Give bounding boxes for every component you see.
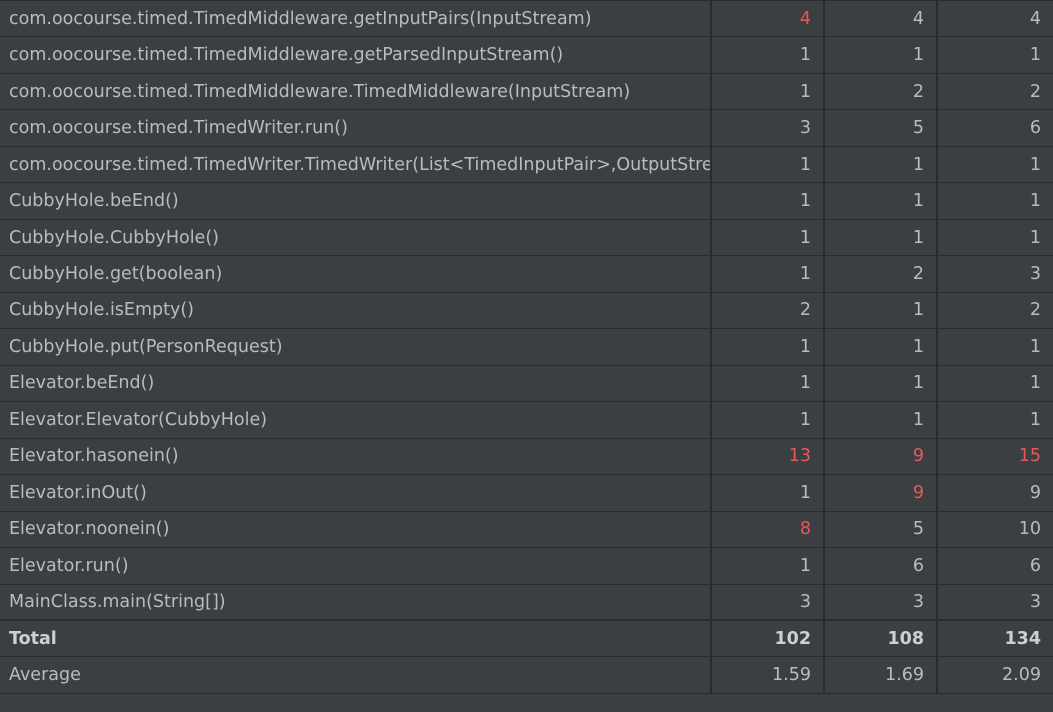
metric-value-2: 6 [824, 547, 938, 585]
metric-value-1: 1 [711, 328, 825, 366]
method-name: com.oocourse.timed.TimedMiddleware.getIn… [0, 0, 712, 38]
metric-value-1: 1 [711, 401, 825, 439]
total-label: Total [0, 619, 712, 658]
metric-value-3: 3 [937, 255, 1053, 293]
metric-value-2: 3 [824, 584, 938, 621]
average-label: Average [0, 656, 712, 694]
metric-value-3: 10 [937, 511, 1053, 549]
metric-value-3: 2 [937, 292, 1053, 330]
metric-value-1: 3 [711, 109, 825, 147]
metric-value-1: 1 [711, 146, 825, 184]
table-row[interactable]: Elevator.inOut() 1 9 9 [0, 474, 1053, 512]
method-name: Elevator.run() [0, 547, 712, 585]
method-name: MainClass.main(String[]) [0, 584, 712, 621]
metric-value-3: 4 [937, 0, 1053, 38]
metric-value-3: 6 [937, 547, 1053, 585]
metric-value-2: 1 [824, 219, 938, 257]
table-row[interactable]: Elevator.Elevator(CubbyHole) 1 1 1 [0, 401, 1053, 439]
method-name: CubbyHole.put(PersonRequest) [0, 328, 712, 366]
table-row[interactable]: CubbyHole.get(boolean) 1 2 3 [0, 255, 1053, 293]
metric-value-2: 1 [824, 36, 938, 74]
metric-value-2: 1 [824, 365, 938, 403]
metric-value-3: 1 [937, 401, 1053, 439]
metric-value-1: 3 [711, 584, 825, 621]
method-name: com.oocourse.timed.TimedWriter.TimedWrit… [0, 146, 712, 184]
metric-value-3: 6 [937, 109, 1053, 147]
average-value-1: 1.59 [711, 656, 825, 694]
table-row[interactable]: com.oocourse.timed.TimedWriter.run() 3 5 6 [0, 109, 1053, 147]
metric-value-2: 9 [824, 438, 938, 476]
total-value-2: 108 [824, 619, 938, 658]
metric-value-1: 1 [711, 474, 825, 512]
method-name: CubbyHole.isEmpty() [0, 292, 712, 330]
method-name: Elevator.hasonein() [0, 438, 712, 476]
metric-value-2: 1 [824, 292, 938, 330]
metric-value-1: 1 [711, 182, 825, 220]
table-row[interactable]: MainClass.main(String[]) 3 3 3 [0, 584, 1053, 621]
total-value-1: 102 [711, 619, 825, 658]
method-name: com.oocourse.timed.TimedMiddleware.getPa… [0, 36, 712, 74]
method-name: Elevator.noonein() [0, 511, 712, 549]
table-row[interactable]: CubbyHole.CubbyHole() 1 1 1 [0, 219, 1053, 257]
metric-value-3: 1 [937, 365, 1053, 403]
table-row[interactable]: Elevator.run() 1 6 6 [0, 547, 1053, 585]
table-row[interactable]: com.oocourse.timed.TimedMiddleware.getPa… [0, 36, 1053, 74]
metric-value-2: 2 [824, 73, 938, 111]
average-row[interactable]: Average 1.59 1.69 2.09 [0, 656, 1053, 694]
metric-value-1: 13 [711, 438, 825, 476]
table-row[interactable]: com.oocourse.timed.TimedMiddleware.getIn… [0, 0, 1053, 38]
method-name: com.oocourse.timed.TimedWriter.run() [0, 109, 712, 147]
metric-value-2: 2 [824, 255, 938, 293]
metric-value-3: 1 [937, 36, 1053, 74]
metric-value-1: 1 [711, 219, 825, 257]
average-value-3: 2.09 [937, 656, 1053, 694]
average-value-2: 1.69 [824, 656, 938, 694]
metric-value-2: 4 [824, 0, 938, 38]
table-row[interactable]: com.oocourse.timed.TimedMiddleware.Timed… [0, 73, 1053, 111]
metric-value-3: 1 [937, 182, 1053, 220]
metric-value-1: 2 [711, 292, 825, 330]
table-row[interactable]: Elevator.noonein() 8 5 10 [0, 511, 1053, 549]
metric-value-3: 1 [937, 146, 1053, 184]
metric-value-3: 1 [937, 328, 1053, 366]
metric-value-3: 9 [937, 474, 1053, 512]
metric-value-2: 1 [824, 146, 938, 184]
metric-value-1: 1 [711, 73, 825, 111]
table-row[interactable]: CubbyHole.put(PersonRequest) 1 1 1 [0, 328, 1053, 366]
metric-value-3: 15 [937, 438, 1053, 476]
total-value-3: 134 [937, 619, 1053, 658]
metric-value-1: 1 [711, 365, 825, 403]
method-name: CubbyHole.CubbyHole() [0, 219, 712, 257]
table-row[interactable]: com.oocourse.timed.TimedWriter.TimedWrit… [0, 146, 1053, 184]
metrics-table: com.oocourse.timed.TimedMiddleware.getIn… [0, 0, 1053, 694]
table-row[interactable]: CubbyHole.isEmpty() 2 1 2 [0, 292, 1053, 330]
metric-value-1: 1 [711, 255, 825, 293]
metric-value-2: 5 [824, 109, 938, 147]
total-row[interactable]: Total 102 108 134 [0, 619, 1053, 658]
metric-value-2: 1 [824, 182, 938, 220]
metric-value-2: 1 [824, 401, 938, 439]
method-name: com.oocourse.timed.TimedMiddleware.Timed… [0, 73, 712, 111]
metric-value-1: 4 [711, 0, 825, 38]
method-name: Elevator.Elevator(CubbyHole) [0, 401, 712, 439]
metric-value-3: 2 [937, 73, 1053, 111]
method-name: CubbyHole.beEnd() [0, 182, 712, 220]
method-name: Elevator.beEnd() [0, 365, 712, 403]
table-row[interactable]: CubbyHole.beEnd() 1 1 1 [0, 182, 1053, 220]
table-row[interactable]: Elevator.beEnd() 1 1 1 [0, 365, 1053, 403]
table-row[interactable]: Elevator.hasonein() 13 9 15 [0, 438, 1053, 476]
method-name: CubbyHole.get(boolean) [0, 255, 712, 293]
metric-value-1: 1 [711, 547, 825, 585]
metric-value-1: 8 [711, 511, 825, 549]
metrics-table-body: com.oocourse.timed.TimedMiddleware.getIn… [0, 0, 1053, 694]
method-name: Elevator.inOut() [0, 474, 712, 512]
metric-value-1: 1 [711, 36, 825, 74]
metric-value-2: 1 [824, 328, 938, 366]
metric-value-2: 9 [824, 474, 938, 512]
metric-value-3: 1 [937, 219, 1053, 257]
metric-value-3: 3 [937, 584, 1053, 621]
metric-value-2: 5 [824, 511, 938, 549]
